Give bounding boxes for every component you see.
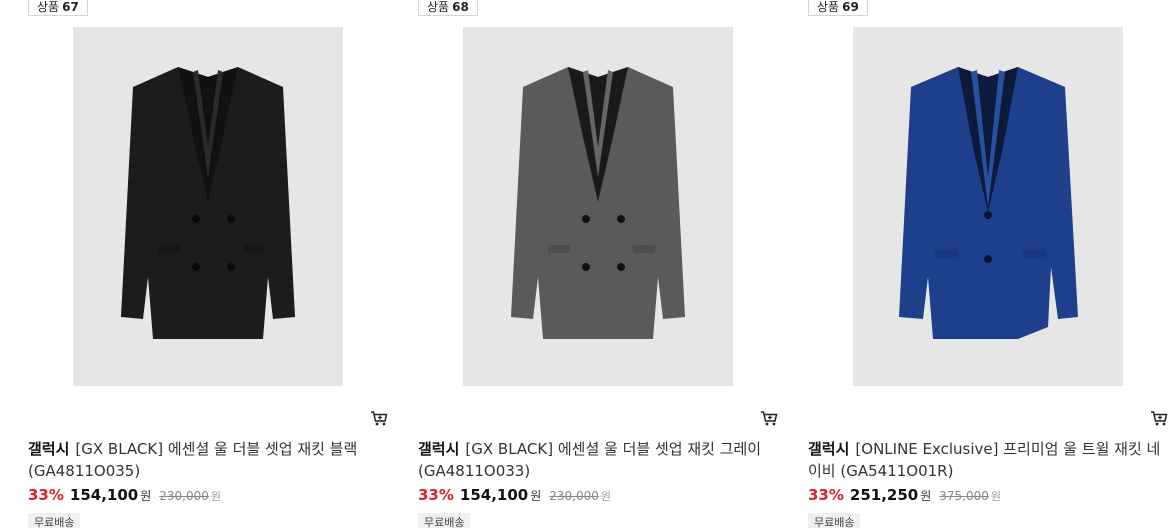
rank-label: 상품 bbox=[37, 0, 60, 14]
original-currency-unit: 원 bbox=[990, 490, 1002, 503]
shipping-badge: 무료배송 bbox=[28, 513, 81, 528]
jacket-image bbox=[853, 27, 1123, 386]
product-title[interactable]: 갤럭시 [GX BLACK] 에센셜 울 더블 셋업 재킷 블랙 (GA4811O… bbox=[28, 438, 388, 482]
product-card[interactable]: 상품 69 갤럭시 [ONLINE Exclusive] 프리미엄 울 트윌 재… bbox=[808, 0, 1168, 528]
original-currency-unit: 원 bbox=[210, 490, 222, 503]
original-price: 230,000 bbox=[159, 489, 209, 503]
discount-rate: 33% bbox=[808, 486, 844, 504]
rank-number: 69 bbox=[842, 0, 859, 14]
product-title[interactable]: 갤럭시 [ONLINE Exclusive] 프리미엄 울 트윌 재킷 네이비 (… bbox=[808, 438, 1168, 482]
currency-unit: 원 bbox=[140, 489, 152, 503]
discount-rate: 33% bbox=[418, 486, 454, 504]
price-row: 33% 154,100 원 230,000 원 bbox=[28, 484, 221, 506]
rank-badge: 상품 68 bbox=[418, 0, 478, 16]
product-grid: 상품 67 갤럭시 [GX BLACK] 에센셜 울 더블 셋업 재킷 블랙 (… bbox=[0, 0, 1175, 528]
sale-price: 154,100 bbox=[69, 486, 139, 504]
cart-icon bbox=[761, 411, 778, 426]
discount-rate: 33% bbox=[28, 486, 64, 504]
cart-icon bbox=[371, 411, 388, 426]
product-title[interactable]: 갤럭시 [GX BLACK] 에센셜 울 더블 셋업 재킷 그레이 (GA4811… bbox=[418, 438, 778, 482]
shipping-badge: 무료배송 bbox=[418, 513, 471, 528]
product-name: [GX BLACK] 에센셜 울 더블 셋업 재킷 그레이 (GA4811O03… bbox=[418, 440, 762, 480]
sale-price: 154,100 bbox=[459, 486, 529, 504]
brand-name: 갤럭시 bbox=[808, 440, 850, 458]
cart-icon bbox=[1151, 411, 1168, 426]
jacket-image bbox=[463, 27, 733, 386]
original-price: 375,000 bbox=[939, 489, 989, 503]
add-to-cart-button[interactable] bbox=[1149, 408, 1169, 428]
rank-number: 67 bbox=[62, 0, 79, 14]
brand-name: 갤럭시 bbox=[28, 440, 70, 458]
product-card[interactable]: 상품68 갤럭시[GX BLACK] 에센셜 울 더블 셋업 재킷 그레이 bbox=[418, 0, 778, 528]
price-row: 33% 154,100 원 230,000 원 bbox=[418, 484, 611, 506]
brand-name: 갤럭시 bbox=[418, 440, 460, 458]
rank-label: 상품 bbox=[427, 0, 450, 14]
currency-unit: 원 bbox=[530, 489, 542, 503]
original-price: 230,000 bbox=[549, 489, 599, 503]
currency-unit: 원 bbox=[920, 489, 932, 503]
original-currency-unit: 원 bbox=[600, 490, 612, 503]
product-image[interactable] bbox=[463, 27, 733, 386]
rank-label: 상품 bbox=[817, 0, 840, 14]
product-name: [GX BLACK] 에센셜 울 더블 셋업 재킷 블랙 (GA4811O035… bbox=[28, 440, 358, 480]
rank-badge: 상품 69 bbox=[808, 0, 868, 16]
rank-number: 68 bbox=[452, 0, 469, 14]
sale-price: 251,250 bbox=[849, 486, 919, 504]
shipping-badge: 무료배송 bbox=[808, 513, 861, 528]
add-to-cart-button[interactable] bbox=[759, 408, 779, 428]
product-image[interactable] bbox=[853, 27, 1123, 386]
add-to-cart-button[interactable] bbox=[369, 408, 389, 428]
product-name: [ONLINE Exclusive] 프리미엄 울 트윌 재킷 네이비 (GA5… bbox=[808, 440, 1161, 480]
jacket-image bbox=[73, 27, 343, 386]
rank-badge: 상품 67 bbox=[28, 0, 88, 16]
product-image[interactable] bbox=[73, 27, 343, 386]
product-card[interactable]: 상품 67 갤럭시 [GX BLACK] 에센셜 울 더블 셋업 재킷 블랙 (… bbox=[28, 0, 388, 528]
price-row: 33% 251,250 원 375,000 원 bbox=[808, 484, 1001, 506]
